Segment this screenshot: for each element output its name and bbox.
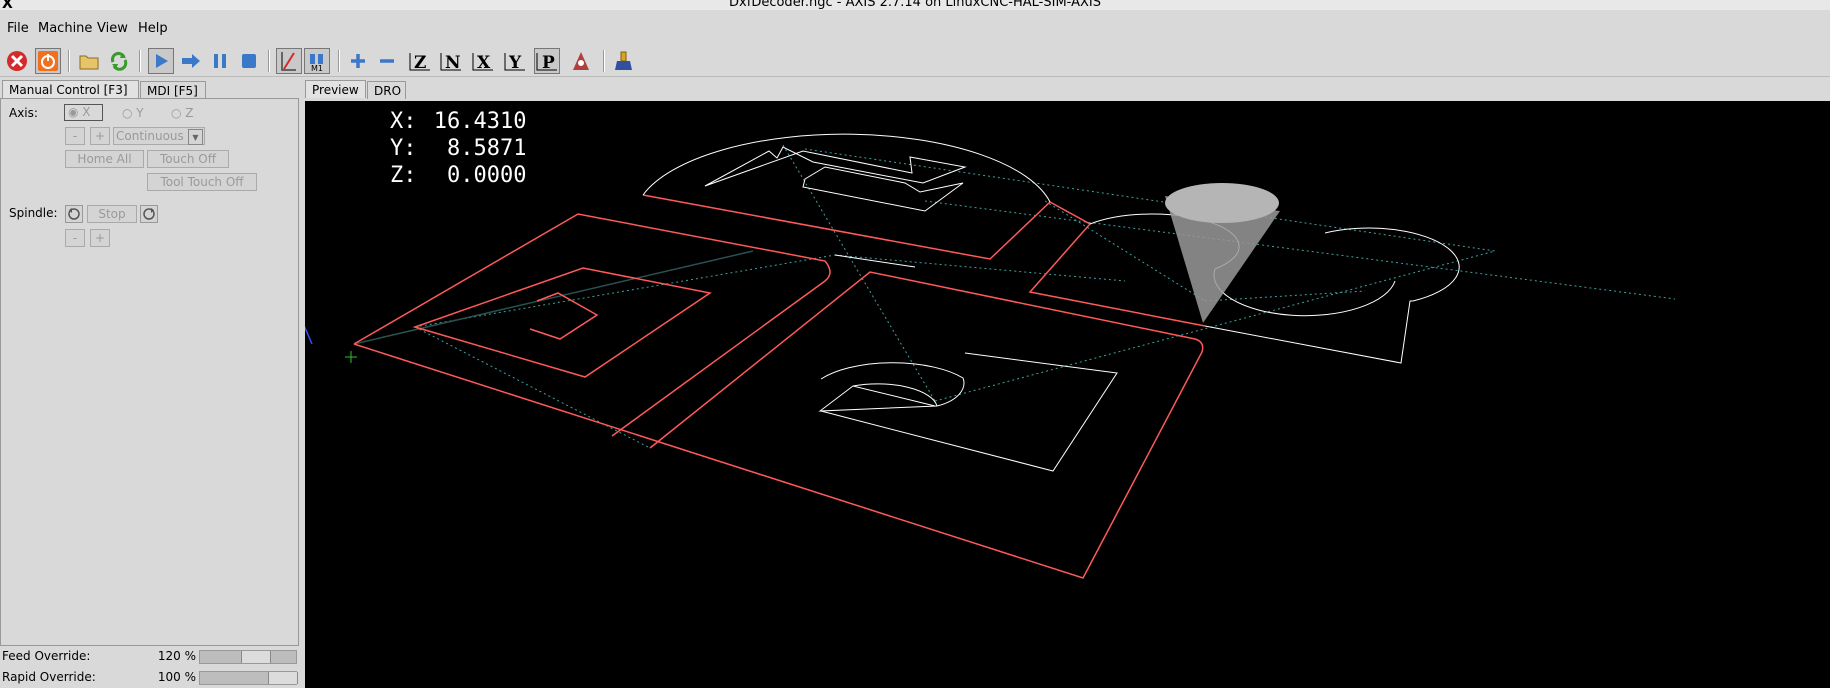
title-bar: X DxfDecoder.ngc - AXIS 2.7.14 on LinuxC…: [0, 0, 1830, 10]
reload-icon[interactable]: [106, 48, 132, 74]
zoom-out-icon[interactable]: [374, 48, 400, 74]
home-all-button[interactable]: Home All: [65, 150, 144, 168]
jog-plus-button[interactable]: +: [90, 127, 110, 145]
estop-icon[interactable]: [4, 48, 30, 74]
axis-label: Axis:: [9, 106, 38, 120]
feed-override-knob[interactable]: [241, 651, 271, 663]
view-z-icon[interactable]: Z: [407, 48, 433, 74]
zoom-in-icon[interactable]: [345, 48, 371, 74]
dro-row-y: Y: 8.5871: [390, 136, 527, 161]
toolpath-plot: Z: [305, 133, 1676, 579]
spindle-plus-button[interactable]: +: [90, 229, 110, 247]
svg-text:P: P: [542, 53, 555, 72]
dro-value-y: 8.5871: [447, 136, 527, 161]
tab-mdi[interactable]: MDI [F5]: [140, 81, 206, 99]
dro-axis-y: Y:: [390, 136, 417, 161]
menu-machine[interactable]: Machine: [38, 21, 92, 36]
spindle-stop-button[interactable]: Stop: [87, 205, 137, 223]
manual-control-panel: Axis: ◉ X ○ Y ○ Z - + Continuous ▼ Home …: [0, 98, 299, 646]
menu-view[interactable]: View: [97, 21, 128, 36]
tab-preview[interactable]: Preview: [305, 80, 366, 98]
spindle-label: Spindle:: [9, 206, 58, 220]
svg-text:X: X: [477, 53, 491, 72]
svg-text:Z: Z: [414, 53, 426, 72]
view-x-icon[interactable]: X: [470, 48, 496, 74]
jog-minus-button[interactable]: -: [65, 127, 85, 145]
open-file-icon[interactable]: [76, 48, 102, 74]
jog-mode-value: Continuous: [116, 129, 184, 143]
menu-bar: File Machine View Help: [0, 18, 1830, 40]
spindle-ccw-icon[interactable]: [65, 205, 83, 223]
spindle-cw-icon[interactable]: [140, 205, 158, 223]
pause-icon[interactable]: [207, 48, 233, 74]
axis-radio-x[interactable]: ◉ X: [64, 104, 103, 121]
stop-icon[interactable]: [236, 48, 262, 74]
tab-manual-control[interactable]: Manual Control [F3]: [2, 80, 139, 98]
rapid-override-label: Rapid Override:: [2, 670, 96, 684]
dro-row-z: Z: 0.0000: [390, 163, 527, 188]
svg-text:N: N: [445, 53, 461, 72]
optional-stop-icon[interactable]: M1: [304, 48, 330, 74]
dro-value-z: 0.0000: [447, 163, 527, 188]
view-p-icon[interactable]: P: [534, 48, 560, 74]
rapid-override-value: 100 %: [157, 670, 196, 684]
run-icon[interactable]: [148, 48, 174, 74]
view-y-icon[interactable]: Y: [502, 48, 528, 74]
svg-text:Y: Y: [508, 53, 522, 72]
preview-canvas[interactable]: Z X: 16.4310 Y: 8.5871 Z: 0.0000: [305, 101, 1830, 688]
menu-help[interactable]: Help: [138, 21, 168, 36]
dro-axis-z: Z:: [390, 163, 417, 188]
menu-file[interactable]: File: [7, 21, 29, 36]
touch-off-button[interactable]: Touch Off: [147, 150, 229, 168]
machine-power-icon[interactable]: [35, 48, 61, 74]
step-icon[interactable]: [178, 48, 204, 74]
block-delete-icon[interactable]: [276, 48, 302, 74]
axis-radio-z[interactable]: ○ Z: [171, 106, 194, 120]
svg-text:M1: M1: [311, 64, 323, 72]
dro-row-x: X: 16.4310: [390, 109, 527, 134]
view-z2-icon[interactable]: N: [438, 48, 464, 74]
dro-value-x: 16.4310: [433, 109, 527, 134]
window-title: DxfDecoder.ngc - AXIS 2.7.14 on LinuxCNC…: [729, 0, 1101, 10]
tab-dro[interactable]: DRO: [367, 81, 406, 99]
rapid-override-knob[interactable]: [268, 672, 298, 684]
tool-touch-off-button[interactable]: Tool Touch Off: [147, 173, 257, 191]
jog-mode-select[interactable]: Continuous ▼: [113, 127, 205, 145]
spindle-minus-button[interactable]: -: [65, 229, 85, 247]
chevron-down-icon: ▼: [188, 129, 203, 145]
clear-plot-icon[interactable]: [611, 48, 637, 74]
rotate-view-icon[interactable]: [568, 48, 594, 74]
feed-override-label: Feed Override:: [2, 649, 91, 663]
axis-radio-y[interactable]: ○ Y: [122, 106, 144, 120]
feed-override-value: 120 %: [157, 649, 196, 663]
feed-override-slider[interactable]: [199, 650, 297, 664]
dro-axis-x: X:: [390, 109, 417, 134]
rapid-override-slider[interactable]: [199, 671, 298, 685]
toolbar: M1 Z N X Y P: [0, 46, 1830, 77]
